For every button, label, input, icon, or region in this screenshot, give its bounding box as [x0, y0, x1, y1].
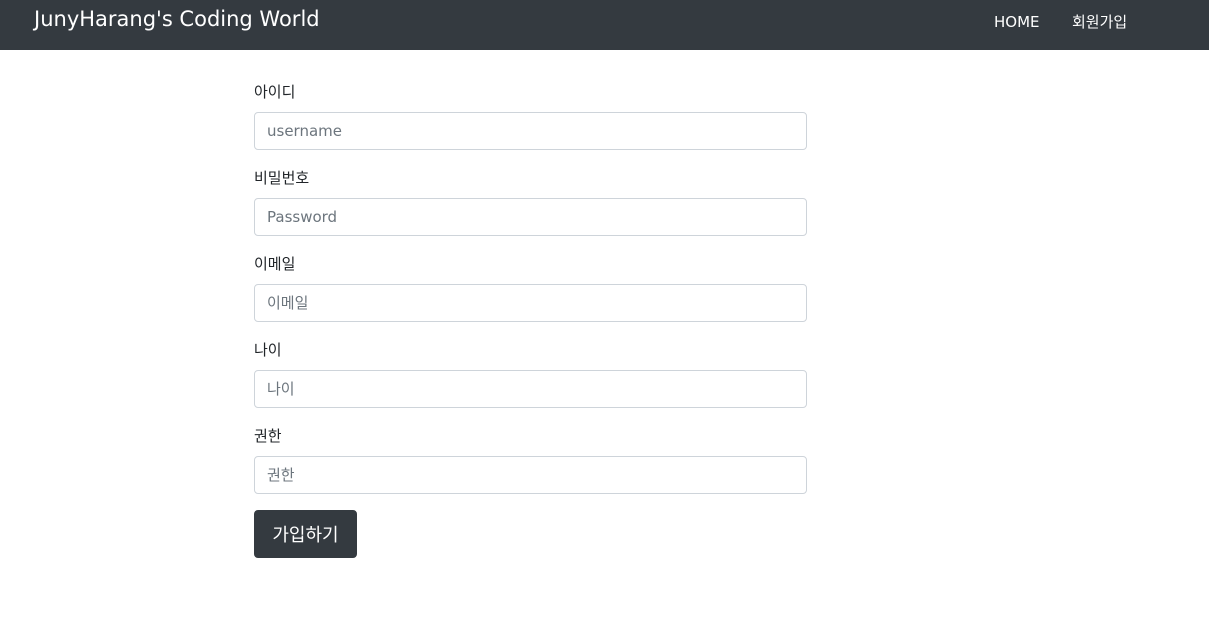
email-input[interactable]	[254, 284, 807, 322]
email-label: 이메일	[254, 255, 296, 273]
age-input[interactable]	[254, 370, 807, 408]
role-input[interactable]	[254, 456, 807, 494]
signup-submit-button[interactable]: 가입하기	[254, 510, 357, 558]
brand-link[interactable]: JunyHarang's Coding World	[34, 6, 320, 32]
navbar: JunyHarang's Coding World HOME 회원가입	[0, 0, 1209, 50]
username-input[interactable]	[254, 112, 807, 150]
password-label: 비밀번호	[254, 169, 310, 187]
password-input[interactable]	[254, 198, 807, 236]
nav-link-home[interactable]: HOME	[994, 12, 1040, 32]
username-label: 아이디	[254, 83, 296, 101]
role-label: 권한	[254, 427, 282, 445]
age-label: 나이	[254, 341, 282, 359]
nav-link-signup[interactable]: 회원가입	[1072, 12, 1127, 32]
